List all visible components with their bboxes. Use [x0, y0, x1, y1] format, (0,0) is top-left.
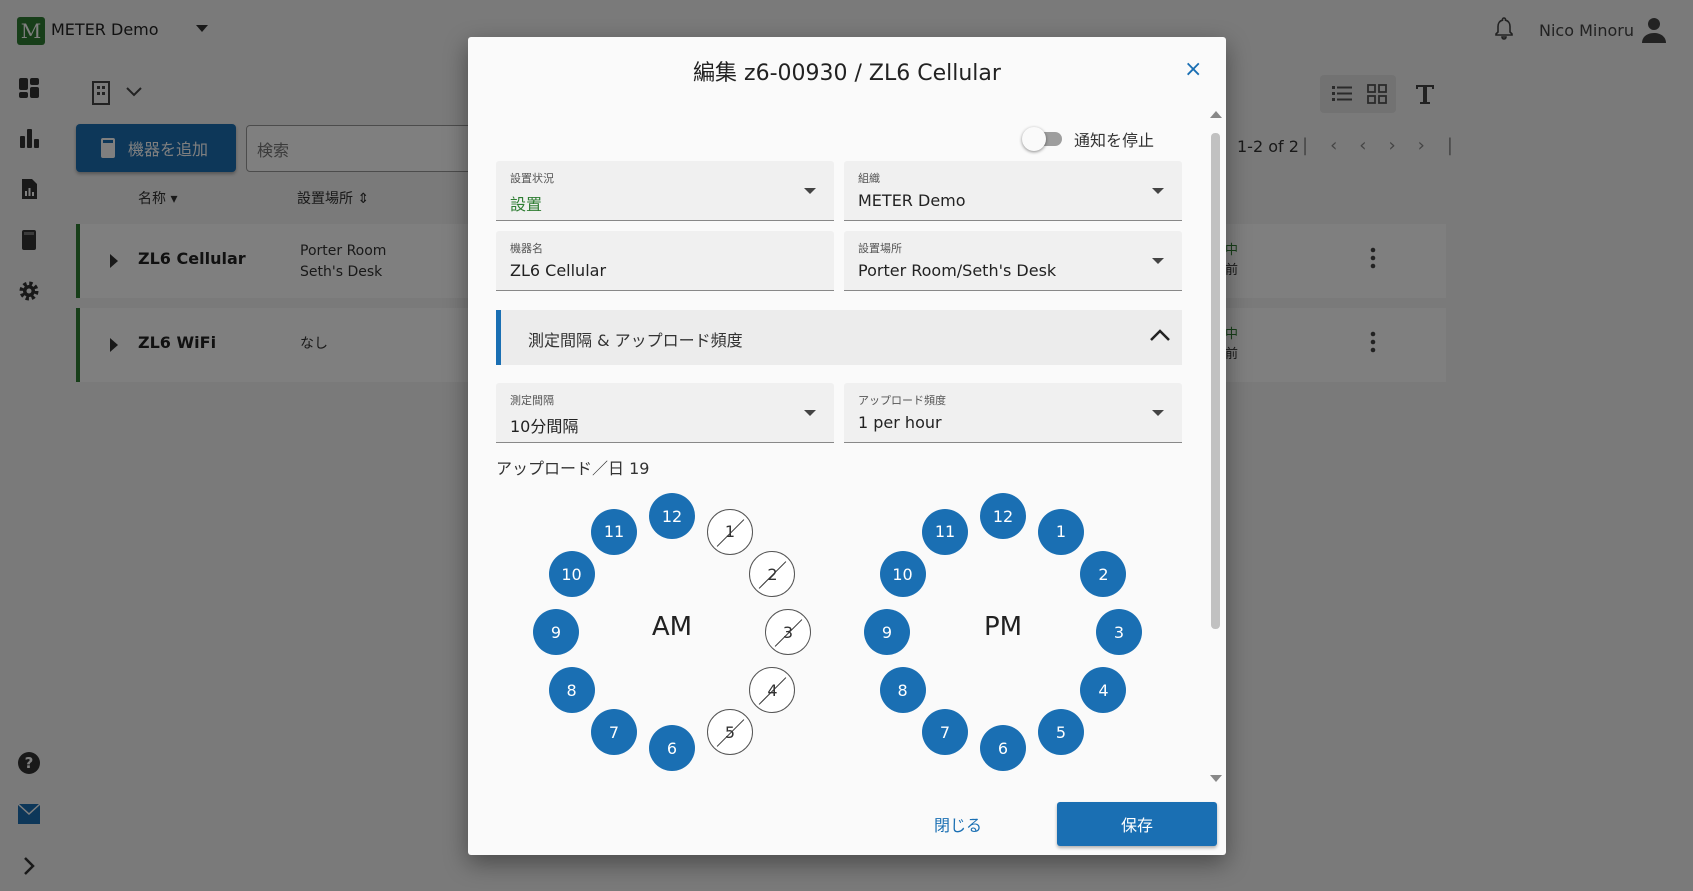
- device-name-field[interactable]: 機器名 ZL6 Cellular: [496, 231, 834, 291]
- dialog-title: 編集 z6-00930 / ZL6 Cellular: [693, 61, 1001, 86]
- am-hour-9[interactable]: 9: [533, 609, 579, 655]
- pm-hour-5[interactable]: 5: [1038, 709, 1084, 756]
- uploads-per-day: アップロード／日 19: [496, 459, 650, 478]
- am-hour-1[interactable]: 1: [707, 508, 753, 555]
- pm-hour-2[interactable]: 2: [1080, 551, 1127, 597]
- close-icon[interactable]: ×: [1184, 57, 1202, 82]
- pm-hour-7[interactable]: 7: [922, 709, 968, 756]
- dropdown-arrow-icon: [1152, 410, 1164, 416]
- pm-hour-1[interactable]: 1: [1038, 508, 1084, 555]
- toggle-knob: [1022, 127, 1046, 151]
- upload-frequency-select[interactable]: アップロード頻度 1 per hour: [844, 383, 1182, 443]
- field-value: METER Demo: [858, 191, 966, 210]
- dropdown-arrow-icon: [804, 410, 816, 416]
- close-button[interactable]: 閉じる: [934, 812, 982, 836]
- pm-hour-10[interactable]: 10: [879, 551, 926, 597]
- am-hour-6[interactable]: 6: [649, 725, 695, 771]
- field-label: 設置場所: [858, 242, 902, 255]
- am-hour-3[interactable]: 3: [765, 609, 811, 655]
- pm-hour-4[interactable]: 4: [1080, 667, 1127, 713]
- pm-hour-8[interactable]: 8: [879, 667, 926, 713]
- am-hour-8[interactable]: 8: [548, 667, 595, 713]
- scroll-up-arrow-icon[interactable]: [1210, 111, 1222, 118]
- am-hour-2[interactable]: 2: [749, 551, 796, 597]
- location-select[interactable]: 設置場所 Porter Room/Seth's Desk: [844, 231, 1182, 291]
- pm-hour-clock: PM 12 1 2 3 4 5 6 7 8 9 10 11: [858, 487, 1148, 777]
- field-value: ZL6 Cellular: [510, 261, 607, 280]
- field-value: 設置: [510, 195, 543, 214]
- field-label: アップロード頻度: [858, 394, 946, 407]
- edit-device-dialog: 編集 z6-00930 / ZL6 Cellular × 通知を停止 設置状況 …: [468, 37, 1226, 855]
- am-hour-clock: AM 12 1 2 3 4 5 6 7 8 9 10 11: [527, 487, 817, 777]
- am-hour-11[interactable]: 11: [591, 508, 637, 555]
- dropdown-arrow-icon: [804, 188, 816, 194]
- field-label: 測定間隔: [510, 394, 554, 407]
- save-button[interactable]: 保存: [1057, 802, 1217, 846]
- field-value: 1 per hour: [858, 413, 942, 432]
- pm-hour-9[interactable]: 9: [864, 609, 910, 655]
- mute-notifications-label: 通知を停止: [1074, 131, 1155, 150]
- scrollbar-thumb[interactable]: [1211, 133, 1220, 629]
- field-value: Porter Room/Seth's Desk: [858, 261, 1057, 280]
- toggle-switch[interactable]: [1022, 127, 1062, 151]
- chevron-up-icon[interactable]: [1149, 328, 1171, 342]
- status-select[interactable]: 設置状況 設置: [496, 161, 834, 221]
- am-hour-10[interactable]: 10: [548, 551, 595, 597]
- field-value: 10分間隔: [510, 417, 579, 436]
- pm-hour-12[interactable]: 12: [980, 493, 1026, 539]
- measurement-interval-select[interactable]: 測定間隔 10分間隔: [496, 383, 834, 443]
- am-hour-7[interactable]: 7: [591, 709, 637, 756]
- field-label: 機器名: [510, 242, 543, 255]
- field-label: 組織: [858, 172, 880, 185]
- am-hour-12[interactable]: 12: [649, 493, 695, 539]
- mute-notifications-toggle[interactable]: 通知を停止: [1022, 127, 1155, 151]
- section-title: 測定間隔 & アップロード頻度: [528, 331, 743, 350]
- am-hour-4[interactable]: 4: [749, 667, 796, 713]
- field-label: 設置状況: [510, 172, 554, 185]
- pm-hour-3[interactable]: 3: [1096, 609, 1142, 655]
- scroll-down-arrow-icon[interactable]: [1210, 775, 1222, 782]
- dropdown-arrow-icon: [1152, 258, 1164, 264]
- am-hour-5[interactable]: 5: [707, 709, 753, 756]
- interval-section-header[interactable]: 測定間隔 & アップロード頻度: [496, 310, 1182, 365]
- pm-hour-11[interactable]: 11: [922, 508, 968, 555]
- organization-select[interactable]: 組織 METER Demo: [844, 161, 1182, 221]
- pm-hour-6[interactable]: 6: [980, 725, 1026, 771]
- dropdown-arrow-icon: [1152, 188, 1164, 194]
